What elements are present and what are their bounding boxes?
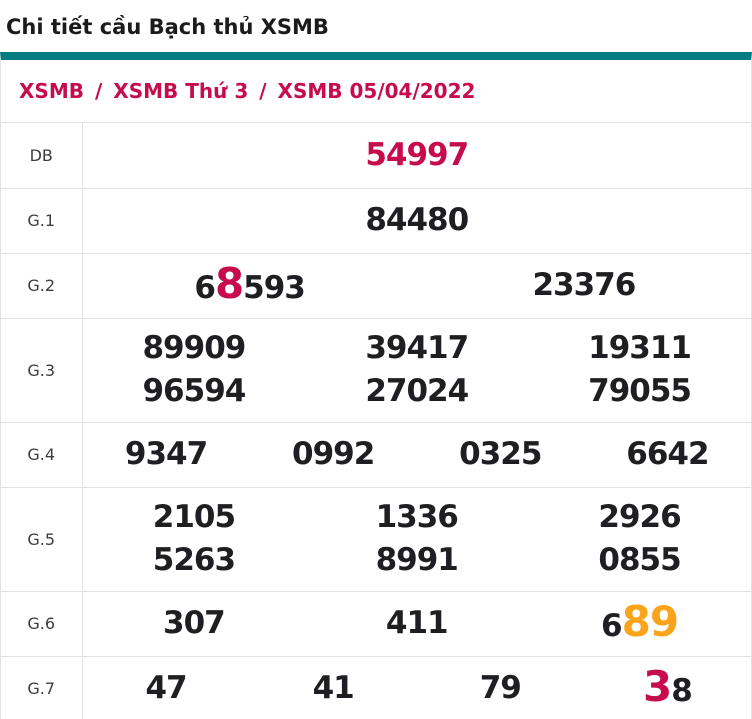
prize-label: G.3 (1, 318, 82, 422)
prize-number: 68593 (194, 262, 305, 310)
prize-number: 6642 (626, 433, 708, 476)
prize-row-g6: G.6 307 411 689 (1, 591, 751, 656)
prize-label: G.5 (1, 487, 82, 591)
prize-number: 0855 (598, 539, 680, 582)
prize-number: 411 (386, 602, 448, 645)
prize-row-g4: G.4 9347 0992 0325 6642 (1, 422, 751, 487)
prize-number: 23376 (532, 264, 635, 307)
prize-label: G.2 (1, 253, 82, 318)
prize-row-g2: G.2 68593 23376 (1, 253, 751, 318)
digit-segment: 1336 (376, 499, 458, 535)
digit-segment: 89909 (142, 330, 245, 366)
prize-values-cell: 68593 23376 (82, 253, 751, 318)
prize-values-cell: 89909 39417 19311 96594 27024 79055 (82, 318, 751, 422)
digit-segment: 9347 (125, 436, 207, 472)
prize-number: 79 (480, 667, 521, 710)
prize-number: 38 (643, 665, 692, 713)
prize-number: 0992 (292, 433, 374, 476)
digit-segment: 2926 (598, 499, 680, 535)
digit-segment: 96594 (142, 373, 245, 409)
prize-number: 39417 (365, 327, 468, 370)
prize-number: 47 (145, 667, 186, 710)
prize-row-g1: G.1 84480 (1, 188, 751, 253)
breadcrumb-link-2[interactable]: XSMB 05/04/2022 (278, 78, 476, 104)
prize-label: G.4 (1, 422, 82, 487)
prize-label: G.6 (1, 591, 82, 656)
digit-segment: 84480 (365, 202, 468, 238)
prize-number: 19311 (588, 327, 691, 370)
digit-segment: 79055 (588, 373, 691, 409)
breadcrumb-separator: / (95, 78, 102, 104)
prize-values-cell: 307 411 689 (82, 591, 751, 656)
digit-segment: 39417 (365, 330, 468, 366)
prize-number: 41 (313, 667, 354, 710)
digit-segment: 6 (194, 270, 215, 306)
prize-values-cell: 54997 (82, 123, 751, 188)
digit-segment: 411 (386, 605, 448, 641)
prize-number: 2105 (153, 496, 235, 539)
digit-segment: 2105 (153, 499, 235, 535)
prize-number: 0325 (459, 433, 541, 476)
digit-segment: 0855 (598, 542, 680, 578)
digit-segment: 8 (671, 673, 692, 709)
prize-number: 1336 (376, 496, 458, 539)
prize-number: 89909 (142, 327, 245, 370)
prize-number: 9347 (125, 433, 207, 476)
digit-segment: 307 (163, 605, 225, 641)
breadcrumb: XSMB / XSMB Thứ 3 / XSMB 05/04/2022 (1, 60, 751, 123)
digit-segment: 6 (601, 608, 622, 644)
prize-number: 5263 (153, 539, 235, 582)
digit-segment: 5263 (153, 542, 235, 578)
prize-values-cell: 84480 (82, 188, 751, 253)
prize-row-db: DB 54997 (1, 123, 751, 188)
prize-number: 307 (163, 602, 225, 645)
digit-segment: 23376 (532, 267, 635, 303)
prize-number: 79055 (588, 370, 691, 413)
digit-segment: 19311 (588, 330, 691, 366)
prize-number: 27024 (365, 370, 468, 413)
highlighted-digit-segment: 8 (215, 259, 243, 308)
highlighted-digit-segment: 89 (622, 597, 678, 646)
breadcrumb-link-1[interactable]: XSMB Thứ 3 (113, 78, 248, 104)
prize-number: 84480 (365, 199, 468, 242)
prize-row-g3: G.3 89909 39417 19311 96594 27024 79055 (1, 318, 751, 422)
prize-row-g5: G.5 2105 1336 2926 5263 8991 0855 (1, 487, 751, 591)
prize-row-g7: G.7 47 41 79 38 (1, 656, 751, 719)
prize-number: 2926 (598, 496, 680, 539)
digit-segment: 54997 (365, 137, 468, 173)
prize-values-cell: 9347 0992 0325 6642 (82, 422, 751, 487)
prize-label: G.1 (1, 188, 82, 253)
prize-values-cell: 47 41 79 38 (82, 656, 751, 719)
prize-number: 689 (601, 600, 678, 648)
digit-segment: 47 (145, 670, 186, 706)
prize-label: DB (1, 123, 82, 188)
digit-segment: 0992 (292, 436, 374, 472)
digit-segment: 6642 (626, 436, 708, 472)
digit-segment: 593 (243, 270, 305, 306)
digit-segment: 41 (313, 670, 354, 706)
results-panel: XSMB / XSMB Thứ 3 / XSMB 05/04/2022 DB 54997 G… (0, 52, 752, 719)
prize-number: 54997 (365, 134, 468, 177)
digit-segment: 79 (480, 670, 521, 706)
prize-number: 96594 (142, 370, 245, 413)
prize-label: G.7 (1, 656, 82, 719)
breadcrumb-separator: / (259, 78, 266, 104)
page-title: Chi tiết cầu Bạch thủ XSMB (0, 0, 752, 52)
digit-segment: 0325 (459, 436, 541, 472)
prize-values-cell: 2105 1336 2926 5263 8991 0855 (82, 487, 751, 591)
prize-number: 8991 (376, 539, 458, 582)
breadcrumb-link-0[interactable]: XSMB (19, 78, 84, 104)
highlighted-digit-segment: 3 (643, 662, 671, 711)
results-table: DB54997G.184480G.26859323376G.3899093941… (1, 123, 751, 719)
digit-segment: 8991 (376, 542, 458, 578)
digit-segment: 27024 (365, 373, 468, 409)
page: Chi tiết cầu Bạch thủ XSMB XSMB / XSMB Thứ… (0, 0, 752, 719)
